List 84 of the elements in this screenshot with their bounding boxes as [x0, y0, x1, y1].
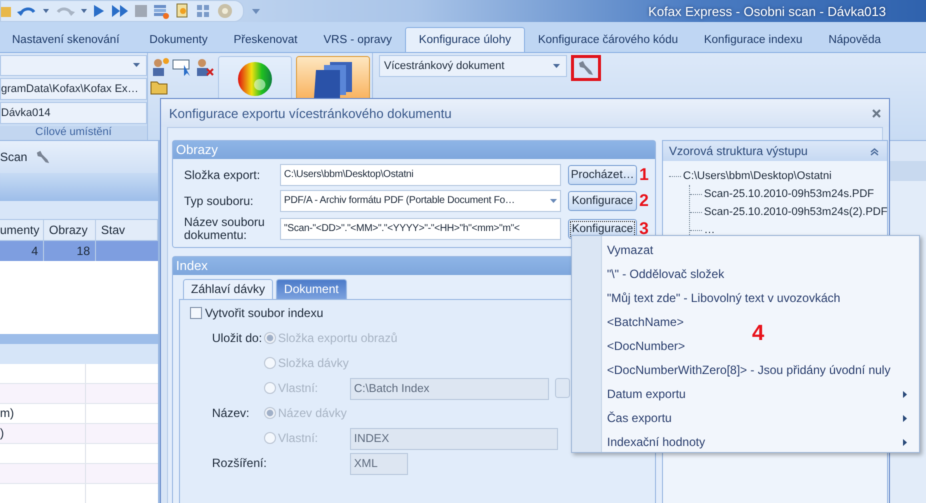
ribbon-tab[interactable]: Konfigurace čárového kódu [524, 28, 691, 52]
radio-label: Vlastní: [278, 431, 318, 445]
radio-label: Název dávky [278, 406, 347, 420]
menu-item[interactable]: <DocNumber> [607, 339, 686, 353]
input-field[interactable]: "Scan-"<DD>"."<MM>"."<YYYY>"-"<HH>"h"<mm>"m"< [280, 218, 561, 240]
submenu-arrow-icon [903, 390, 907, 398]
batch-row[interactable]: 4 18 [0, 240, 158, 261]
grid-icon[interactable] [195, 3, 211, 19]
group-label: Cílové umístění [0, 126, 147, 140]
batch-field[interactable]: Dávka014 [0, 102, 147, 124]
menu-item[interactable]: Datum exportu [607, 387, 686, 401]
panel-title: Vzorová struktura výstupu [669, 144, 808, 158]
caret-icon[interactable] [43, 9, 49, 13]
caret-icon [133, 63, 140, 68]
radio-label: Složka exportu obrazů [278, 331, 398, 345]
annotation-number: 4 [752, 322, 764, 344]
ribbon-tab[interactable]: Nápověda [815, 28, 894, 52]
folder-node[interactable]: C:\Users\bbm\Desktop\Ostatni [683, 170, 832, 182]
option-group-label: Rozšíření: [212, 456, 267, 470]
action-button[interactable]: Procházet… [568, 165, 637, 185]
splitter-handle[interactable] [0, 334, 158, 344]
color-wheel-icon [238, 62, 272, 96]
ribbon-tab[interactable]: VRS - opravy [310, 28, 405, 52]
profile-label: Scan [0, 150, 28, 164]
table-cell: 4 [0, 240, 44, 261]
action-button[interactable]: Konfigurace [568, 191, 637, 211]
field-label: Typ souboru: [184, 194, 254, 208]
group-title: Obrazy [176, 142, 218, 157]
option-group-label: Uložit do: [212, 331, 262, 345]
file-type-combo[interactable]: PDF/A - Archiv formátu PDF (Portable Document Fo… [280, 190, 561, 212]
submenu-arrow-icon [903, 438, 907, 446]
window-title: Kofax Express - Osobni scan - Dávka013 [648, 4, 886, 18]
caret-icon [550, 199, 557, 203]
option-group-label: Název: [212, 406, 250, 420]
page-icon[interactable] [175, 3, 189, 19]
group-title: Index [176, 258, 208, 273]
collapse-icon[interactable] [870, 146, 880, 156]
menu-item[interactable]: "\" - Oddělovač složek [607, 267, 724, 281]
customize-caret-icon[interactable] [252, 8, 260, 14]
menu-item[interactable]: Vymazat [607, 243, 654, 257]
radio-label: Složka dávky [278, 356, 349, 370]
menu-item[interactable]: "Můj text zde" - Libovolný text v uvozovkách [607, 291, 840, 305]
menu-item[interactable]: Indexační hodnoty [607, 435, 706, 449]
submenu-arrow-icon [903, 414, 907, 422]
field-label: Název souboru dokumentu: [184, 216, 266, 242]
annotation-number: 2 [639, 192, 649, 210]
table-cell: m) [0, 406, 14, 420]
menu-item[interactable]: <DocNumberWithZero[8]> - Jsou přidány úvodní nuly [607, 363, 890, 377]
file-node[interactable]: Scan-25.10.2010-09h53m24s(2).PDF [704, 206, 888, 218]
column-header[interactable]: Stav [96, 220, 158, 240]
user-remove-icon[interactable] [194, 57, 214, 77]
settings-button[interactable] [571, 55, 601, 81]
document-stack-icon[interactable] [153, 3, 169, 19]
path-field[interactable]: gramData\Kofax\Kofax Ex… [0, 78, 147, 100]
play-icon[interactable] [93, 4, 105, 18]
fast-forward-icon[interactable] [111, 4, 129, 18]
file-node[interactable]: … [704, 224, 715, 236]
profile-combo[interactable]: Vícestránkový dokument [379, 55, 567, 77]
table-cell: 18 [44, 240, 96, 261]
ribbon-tab[interactable]: Dokumenty [136, 28, 221, 52]
ribbon-tab[interactable]: Nastavení skenování [0, 28, 132, 52]
column-header[interactable]: umenty [0, 220, 44, 240]
table-cell: ) [0, 426, 4, 440]
annotation-number: 3 [639, 220, 649, 238]
ribbon-tab[interactable]: Konfigurace úlohy [404, 27, 525, 52]
caret-icon [553, 64, 560, 68]
wrench-icon[interactable] [35, 150, 52, 164]
users-icon[interactable] [150, 57, 170, 77]
checkbox-label: Vytvořit soubor indexu [205, 306, 324, 320]
pages-icon [314, 62, 352, 98]
column-header[interactable]: Obrazy [44, 220, 96, 240]
ribbon-tab[interactable]: Přeskenovat [220, 28, 311, 52]
menu-item[interactable]: Čas exportu [607, 411, 672, 425]
menu-item[interactable]: <BatchName> [607, 315, 684, 329]
ribbon-tab[interactable]: Konfigurace indexu [690, 28, 816, 52]
dialog-title: Konfigurace exportu vícestránkového dokumentu [169, 106, 452, 120]
annotation-number: 1 [639, 166, 649, 184]
close-icon[interactable] [872, 108, 881, 118]
caret-icon[interactable] [81, 9, 87, 13]
field-label: Složka export: [184, 168, 262, 182]
input-field[interactable]: C:\Users\bbm\Desktop\Ostatni [280, 164, 561, 186]
radio-label: Vlastní: [278, 381, 318, 395]
file-node[interactable]: Scan-25.10.2010-09h53m24s.PDF [704, 188, 874, 200]
wrench-icon [577, 60, 595, 76]
